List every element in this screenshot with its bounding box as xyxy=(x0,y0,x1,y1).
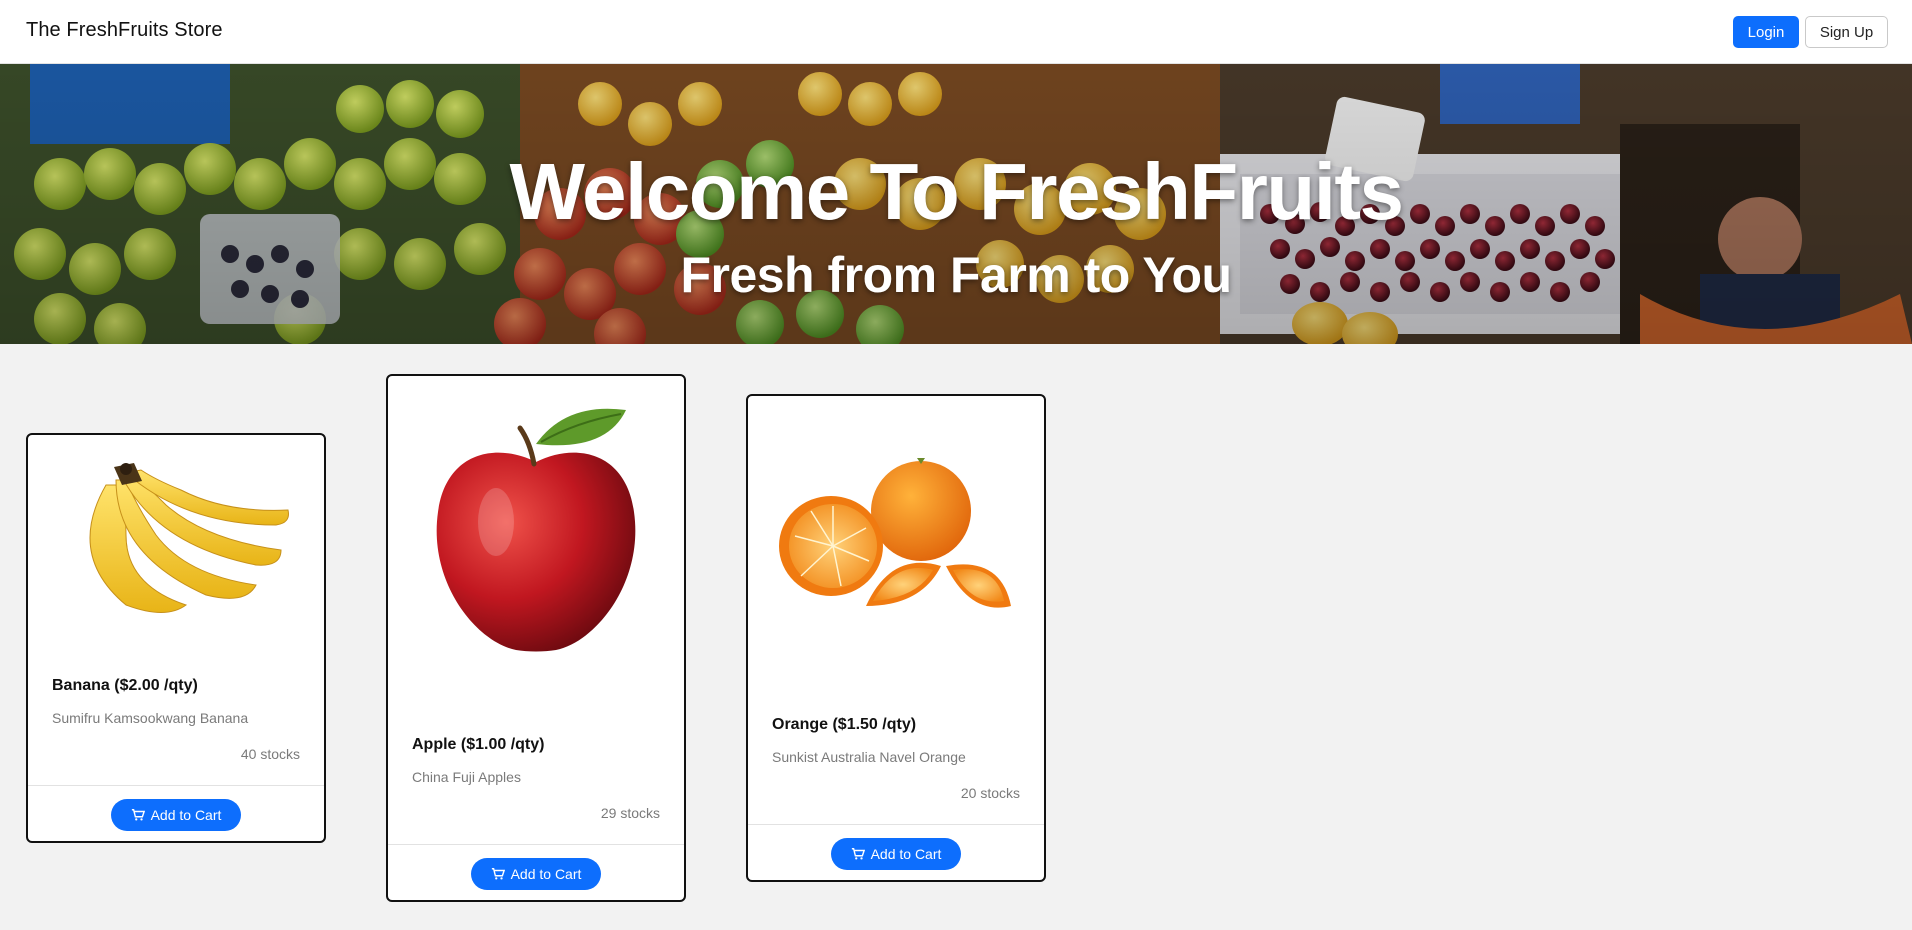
card-footer: Add to Cart xyxy=(388,844,684,902)
product-card-orange: Orange ($1.50 /qty) Sunkist Australia Na… xyxy=(746,394,1046,882)
product-title: Orange ($1.50 /qty) xyxy=(772,716,917,733)
add-to-cart-button[interactable]: Add to Cart xyxy=(111,798,241,831)
banana-image xyxy=(28,435,324,635)
nav-actions: Login Sign Up xyxy=(1733,16,1888,48)
product-stock: 20 stocks xyxy=(960,785,1020,801)
hero-title: Welcome To FreshFruits xyxy=(509,147,1404,236)
add-to-cart-label: Add to Cart xyxy=(510,865,582,882)
product-stock: 29 stocks xyxy=(600,805,660,821)
add-to-cart-label: Add to Cart xyxy=(870,845,942,862)
card-footer: Add to Cart xyxy=(28,785,324,843)
product-description: Sunkist Australia Navel Orange xyxy=(772,749,966,765)
product-card-apple: Apple ($1.00 /qty) China Fuji Apples 29 … xyxy=(386,374,686,902)
hero-banner: Welcome To FreshFruits Fresh from Farm t… xyxy=(0,64,1912,344)
product-stock: 40 stocks xyxy=(240,746,300,762)
product-card-banana: Banana ($2.00 /qty) Sumifru Kamsookwang … xyxy=(26,433,326,843)
product-title: Banana ($2.00 /qty) xyxy=(52,677,198,694)
add-to-cart-button[interactable]: Add to Cart xyxy=(831,837,961,870)
hero-subtitle: Fresh from Farm to You xyxy=(680,247,1232,303)
product-description: China Fuji Apples xyxy=(412,769,521,785)
brand-title[interactable]: The FreshFruits Store xyxy=(26,19,223,42)
add-to-cart-button[interactable]: Add to Cart xyxy=(471,857,601,890)
apple-image xyxy=(388,382,684,682)
signup-button[interactable]: Sign Up xyxy=(1805,16,1888,48)
cart-icon xyxy=(491,867,505,880)
login-button[interactable]: Login xyxy=(1733,16,1799,48)
cart-icon xyxy=(131,808,145,821)
add-to-cart-label: Add to Cart xyxy=(150,806,222,823)
cart-icon xyxy=(851,847,865,860)
orange-image xyxy=(748,416,1044,666)
card-footer: Add to Cart xyxy=(748,824,1044,882)
product-description: Sumifru Kamsookwang Banana xyxy=(52,710,249,726)
navbar: The FreshFruits Store Login Sign Up xyxy=(0,0,1912,64)
product-title: Apple ($1.00 /qty) xyxy=(412,736,545,753)
